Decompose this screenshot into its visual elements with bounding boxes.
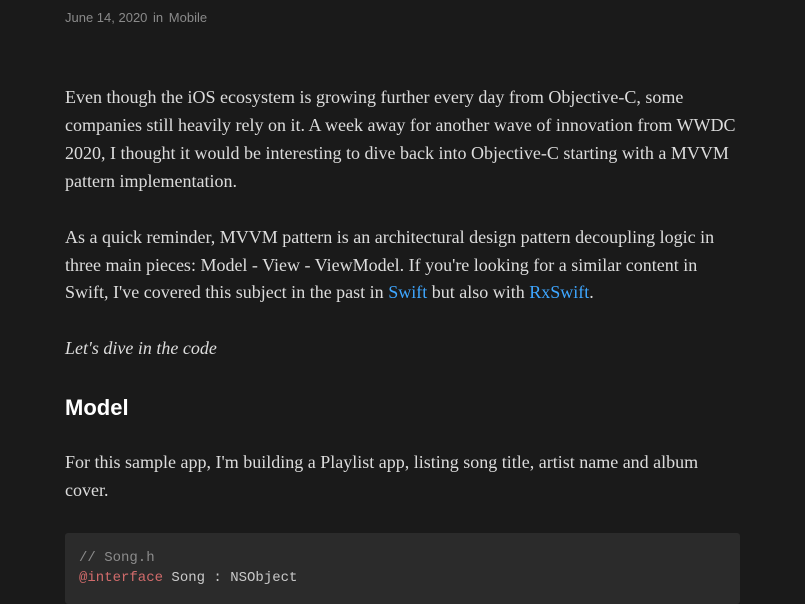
reminder-text-mid: but also with xyxy=(427,282,529,302)
code-comment: // Song.h xyxy=(79,550,155,566)
meta-separator: in xyxy=(153,10,163,25)
post-date: June 14, 2020 xyxy=(65,10,147,25)
rxswift-link[interactable]: RxSwift xyxy=(529,282,589,302)
code-keyword: @interface xyxy=(79,570,163,586)
model-heading: Model xyxy=(65,391,740,425)
post-category: Mobile xyxy=(169,10,207,25)
intro-paragraph: Even though the iOS ecosystem is growing… xyxy=(65,84,740,196)
reminder-text-end: . xyxy=(589,282,594,302)
swift-link[interactable]: Swift xyxy=(388,282,427,302)
code-rest: Song : NSObject xyxy=(163,570,297,586)
code-block: // Song.h @interface Song : NSObject xyxy=(65,533,740,604)
dive-paragraph: Let's dive in the code xyxy=(65,335,740,363)
reminder-paragraph: As a quick reminder, MVVM pattern is an … xyxy=(65,224,740,308)
sample-paragraph: For this sample app, I'm building a Play… xyxy=(65,449,740,505)
post-meta: June 14, 2020 in Mobile xyxy=(65,8,740,28)
